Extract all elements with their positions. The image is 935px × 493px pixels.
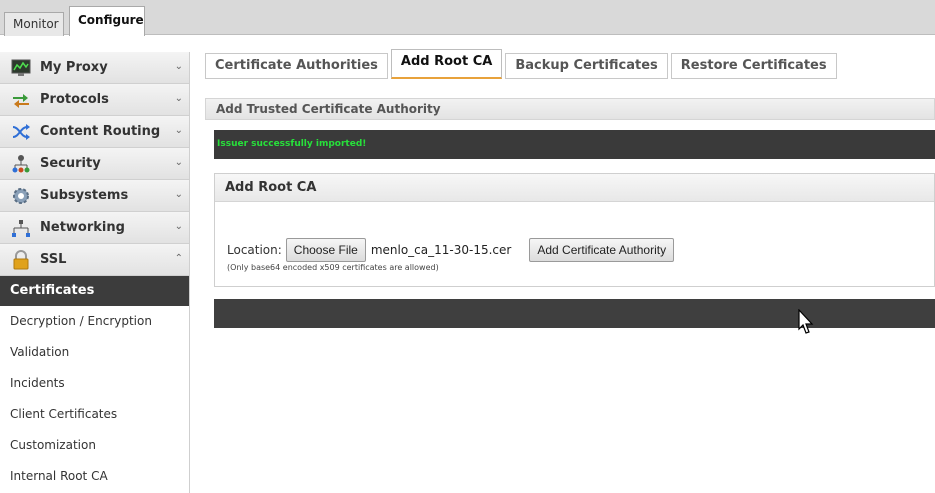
monitor-chart-icon xyxy=(10,57,32,79)
sidebar-item-label: Content Routing xyxy=(40,124,161,139)
sidebar-item-label: Subsystems xyxy=(40,188,129,203)
chevron-down-icon: ⌄ xyxy=(174,93,183,104)
tab-restore-certificates[interactable]: Restore Certificates xyxy=(670,53,837,79)
tab-monitor[interactable]: Monitor xyxy=(4,12,64,36)
padlock-icon xyxy=(10,249,32,271)
tab-add-root-ca[interactable]: Add Root CA xyxy=(390,49,503,79)
sidebar-item-security[interactable]: Security ⌄ xyxy=(0,148,189,180)
sidebar-item-subsystems[interactable]: Subsystems ⌄ xyxy=(0,180,189,212)
sidebar-item-label: My Proxy xyxy=(40,60,108,75)
choose-file-button[interactable]: Choose File xyxy=(285,238,366,262)
sidebar-subitem-internal-root-ca[interactable]: Internal Root CA xyxy=(0,461,189,492)
chevron-down-icon: ⌄ xyxy=(174,157,183,168)
top-bar: Monitor Configure xyxy=(0,0,935,36)
arrows-exchange-icon xyxy=(10,89,32,111)
sidebar-subitem-certificates[interactable]: Certificates xyxy=(0,276,189,306)
sidebar-subitem-client-certificates[interactable]: Client Certificates xyxy=(0,399,189,430)
sidebar-item-label: SSL xyxy=(40,252,67,267)
location-label: Location: xyxy=(227,243,282,257)
tab-bar: Certificate Authorities Add Root CA Back… xyxy=(205,49,840,82)
selected-file-name: menlo_ca_11-30-15.cer xyxy=(370,243,512,257)
panel-title: Add Root CA xyxy=(215,174,934,202)
mouse-pointer-icon xyxy=(798,308,814,335)
shuffle-icon xyxy=(10,121,32,143)
main-content: Certificate Authorities Add Root CA Back… xyxy=(205,49,935,493)
sidebar-item-label: Networking xyxy=(40,220,125,235)
file-format-hint: (Only base64 encoded x509 certificates a… xyxy=(227,263,439,272)
tab-backup-certificates[interactable]: Backup Certificates xyxy=(505,53,668,79)
sidebar-item-label: Protocols xyxy=(40,92,109,107)
tab-certificate-authorities[interactable]: Certificate Authorities xyxy=(205,53,388,79)
chevron-up-icon: ⌃ xyxy=(174,253,183,264)
network-people-icon xyxy=(10,153,32,175)
add-certificate-authority-button[interactable]: Add Certificate Authority xyxy=(529,238,675,262)
gear-icon xyxy=(10,185,32,207)
tab-configure[interactable]: Configure xyxy=(69,6,145,36)
sidebar-item-label: Security xyxy=(40,156,101,171)
sidebar-item-ssl[interactable]: SSL ⌃ xyxy=(0,244,189,276)
section-title: Add Trusted Certificate Authority xyxy=(205,98,935,120)
chevron-down-icon: ⌄ xyxy=(174,221,183,232)
sidebar-subitem-customization[interactable]: Customization xyxy=(0,430,189,461)
sidebar-subitem-incidents[interactable]: Incidents xyxy=(0,368,189,399)
sidebar: My Proxy ⌄ Protocols ⌄ Content Routing ⌄… xyxy=(0,52,190,493)
sidebar-item-protocols[interactable]: Protocols ⌄ xyxy=(0,84,189,116)
chevron-down-icon: ⌄ xyxy=(174,189,183,200)
location-row: Location: Choose File menlo_ca_11-30-15.… xyxy=(227,238,675,262)
sidebar-item-content-routing[interactable]: Content Routing ⌄ xyxy=(0,116,189,148)
chevron-down-icon: ⌄ xyxy=(174,61,183,72)
sidebar-item-my-proxy[interactable]: My Proxy ⌄ xyxy=(0,52,189,84)
sidebar-subitem-validation[interactable]: Validation xyxy=(0,337,189,368)
sidebar-subitem-decryption-encryption[interactable]: Decryption / Encryption xyxy=(0,306,189,337)
sidebar-item-networking[interactable]: Networking ⌄ xyxy=(0,212,189,244)
chevron-down-icon: ⌄ xyxy=(174,125,183,136)
network-tree-icon xyxy=(10,217,32,239)
add-root-ca-panel: Add Root CA Location: Choose File menlo_… xyxy=(214,173,935,287)
status-message: Issuer successfully imported! xyxy=(214,130,935,159)
footer-bar xyxy=(214,299,935,328)
